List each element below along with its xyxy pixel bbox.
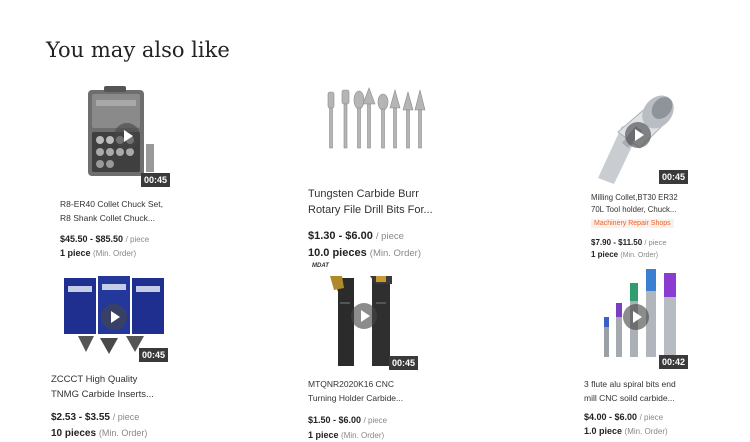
brand-logo: MDAT bbox=[312, 263, 329, 269]
product-image[interactable]: MDAT 00:45 bbox=[310, 262, 418, 370]
video-duration: 00:45 bbox=[388, 356, 418, 370]
section-title: You may also like bbox=[46, 38, 230, 62]
play-video-icon[interactable] bbox=[623, 304, 649, 330]
product-price: $45.50 - $85.50 / piece bbox=[60, 234, 150, 244]
play-video-icon[interactable] bbox=[101, 304, 127, 330]
product-image[interactable]: 00:42 bbox=[584, 265, 688, 369]
video-duration: 00:42 bbox=[658, 355, 688, 369]
play-video-icon[interactable] bbox=[625, 122, 651, 148]
carbide-burr-image bbox=[327, 87, 426, 149]
min-order: 1 piece (Min. Order) bbox=[591, 250, 659, 259]
product-title[interactable]: Milling Collet,BT30 ER32 70L Tool holder… bbox=[591, 192, 691, 216]
product-image[interactable] bbox=[322, 86, 432, 164]
product-title[interactable]: 3 flute alu spiral bits end mill CNC soi… bbox=[584, 377, 714, 405]
product-price: $1.50 - $6.00 / piece bbox=[308, 415, 388, 425]
product-price: $1.30 - $6.00 / piece bbox=[308, 230, 404, 242]
min-order: 1 piece (Min. Order) bbox=[60, 248, 137, 258]
min-order: 1 piece (Min. Order) bbox=[308, 430, 385, 440]
play-video-icon[interactable] bbox=[351, 303, 377, 329]
product-price: $2.53 - $3.55 / piece bbox=[51, 412, 140, 423]
product-title[interactable]: ZCCCT High Quality TNMG Carbide Inserts.… bbox=[51, 372, 181, 402]
product-price: $7.90 - $11.50 / piece bbox=[591, 238, 667, 247]
video-duration: 00:45 bbox=[658, 170, 688, 184]
video-duration: 00:45 bbox=[140, 173, 170, 187]
product-title[interactable]: Tungsten Carbide Burr Rotary File Drill … bbox=[308, 186, 448, 218]
product-title[interactable]: R8-ER40 Collet Chuck Set, R8 Shank Colle… bbox=[60, 197, 180, 225]
play-video-icon[interactable] bbox=[114, 122, 140, 149]
product-image[interactable]: 00:45 bbox=[84, 84, 170, 187]
min-order: 1.0 piece (Min. Order) bbox=[584, 426, 668, 436]
category-tag[interactable]: Machinery Repair Shops bbox=[591, 219, 674, 228]
min-order: 10 pieces (Min. Order) bbox=[51, 428, 148, 439]
min-order: 10.0 pieces (Min. Order) bbox=[308, 247, 421, 259]
video-duration: 00:45 bbox=[138, 348, 168, 362]
product-image[interactable]: 00:45 bbox=[588, 86, 688, 184]
product-price: $4.00 - $6.00 / piece bbox=[584, 412, 664, 422]
product-title[interactable]: MTQNR2020K16 CNC Turning Holder Carbide.… bbox=[308, 377, 428, 405]
product-image[interactable]: 00:45 bbox=[60, 272, 168, 362]
